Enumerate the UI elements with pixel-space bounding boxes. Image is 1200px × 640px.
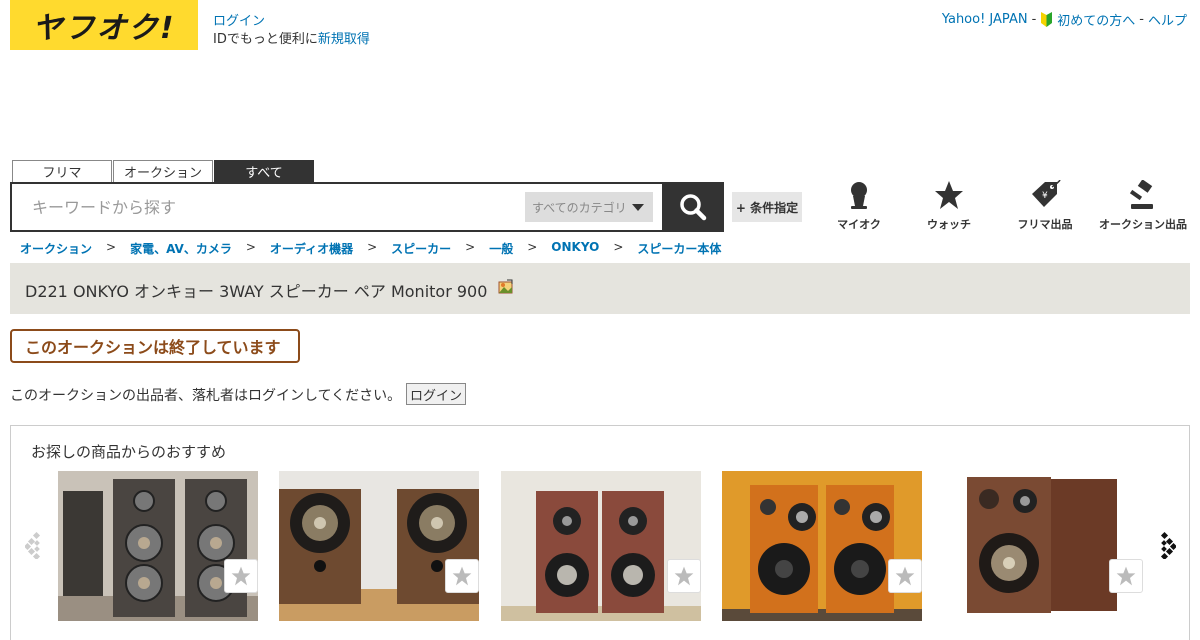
tab-flea-market[interactable]: フリマ <box>12 160 112 182</box>
login-sub-prefix: IDでもっと便利に <box>213 32 318 47</box>
carousel-next-icon[interactable] <box>1156 531 1176 559</box>
walnut-bookshelf-speakers-photo <box>279 471 479 621</box>
nav-my-auction[interactable]: マイオク <box>814 180 904 232</box>
watch-button[interactable] <box>224 559 258 593</box>
watch-button[interactable] <box>667 559 701 593</box>
orange-wooden-speakers-photo <box>722 471 922 621</box>
notice-login-button[interactable]: ログイン <box>406 383 466 405</box>
link-separator: - <box>1031 12 1037 27</box>
picture-icon <box>498 279 513 294</box>
watch-button[interactable] <box>445 559 479 593</box>
register-link[interactable]: 新規取得 <box>318 32 370 47</box>
breadcrumb-separator: > <box>367 240 378 254</box>
login-notice: このオークションの出品者、落札者はログインしてください。 <box>10 388 402 404</box>
item-title: D221 ONKYO オンキョー 3WAY スピーカー ペア Monitor 9… <box>25 282 488 301</box>
category-select-label: すべてのカテゴリ <box>532 200 627 215</box>
yahuoku-logo[interactable]: ヤフオク! <box>10 0 198 50</box>
search-icon <box>680 194 707 221</box>
help-link[interactable]: ヘルプ <box>1148 10 1187 29</box>
watch-button[interactable] <box>1109 559 1143 593</box>
search-box: すべてのカテゴリ <box>10 182 664 232</box>
star-icon <box>895 566 915 586</box>
carousel-prev-icon[interactable] <box>25 531 45 559</box>
auction-ended-badge: このオークションは終了しています <box>10 329 300 363</box>
brown-compact-speakers-photo <box>501 471 701 621</box>
beginner-mark-icon <box>1041 12 1053 27</box>
star-icon <box>674 566 694 586</box>
breadcrumb-item[interactable]: 家電、AV、カメラ <box>130 240 232 257</box>
nav-label: オークション出品 <box>1099 218 1187 231</box>
single-brown-speaker-photo <box>943 471 1143 621</box>
tab-auction[interactable]: オークション <box>113 160 213 182</box>
recommendation-panel: お探しの商品からのおすすめ <box>10 425 1190 640</box>
search-button[interactable] <box>662 182 724 232</box>
breadcrumb-item[interactable]: スピーカー本体 <box>637 240 721 257</box>
recommendation-card[interactable] <box>279 471 479 621</box>
nav-label: ウォッチ <box>927 218 971 231</box>
recommendation-card[interactable] <box>722 471 922 621</box>
breadcrumb-separator: > <box>106 240 117 254</box>
breadcrumb-item[interactable]: ONKYO <box>551 240 599 257</box>
condition-button[interactable]: + 条件指定 <box>732 192 802 222</box>
chevron-down-icon <box>631 203 644 211</box>
breadcrumb-item[interactable]: オークション <box>20 240 92 257</box>
tab-all[interactable]: すべて <box>214 160 314 182</box>
search-tabs: フリマ オークション すべて <box>12 160 314 182</box>
link-separator: - <box>1139 12 1144 27</box>
watch-button[interactable] <box>888 559 922 593</box>
star-icon <box>231 566 251 586</box>
breadcrumb: オークション > 家電、AV、カメラ > オーディオ機器 > スピーカー > 一… <box>20 240 721 257</box>
star-icon <box>1116 566 1136 586</box>
nav-label: フリマ出品 <box>1017 218 1073 231</box>
beginners-link[interactable]: 初めての方へ <box>1057 10 1135 29</box>
yen-glyph: ¥ <box>1042 191 1048 201</box>
item-title-bar: D221 ONKYO オンキョー 3WAY スピーカー ペア Monitor 9… <box>10 263 1190 314</box>
nav-flea-listing[interactable]: ¥ フリマ出品 <box>1000 180 1090 232</box>
breadcrumb-item[interactable]: 一般 <box>489 240 513 257</box>
nav-auction-listing[interactable]: オークション出品 <box>1098 180 1188 232</box>
breadcrumb-item[interactable]: スピーカー <box>391 240 451 257</box>
price-tag-icon: ¥ <box>1032 180 1061 207</box>
logo-text: ヤフオク! <box>32 11 176 46</box>
login-link[interactable]: ログイン <box>213 10 265 29</box>
recommendation-card[interactable] <box>501 471 701 621</box>
breadcrumb-separator: > <box>465 240 476 254</box>
top-links: Yahoo! JAPAN - 初めての方へ - ヘルプ <box>942 10 1187 29</box>
breadcrumb-item[interactable]: オーディオ機器 <box>270 240 353 257</box>
yahoo-japan-link[interactable]: Yahoo! JAPAN <box>942 12 1028 27</box>
recommendation-card[interactable] <box>943 471 1143 621</box>
nav-label: マイオク <box>837 218 881 231</box>
login-subtext: IDでもっと便利に新規取得 <box>213 28 370 47</box>
search-input[interactable] <box>12 184 512 230</box>
category-select[interactable]: すべてのカテゴリ <box>525 192 653 222</box>
nav-watch[interactable]: ウォッチ <box>904 180 994 232</box>
star-icon <box>452 566 472 586</box>
breadcrumb-separator: > <box>613 240 624 254</box>
star-icon <box>935 181 963 209</box>
person-icon <box>851 182 867 209</box>
breadcrumb-separator: > <box>245 240 256 254</box>
tall-dark-3way-speakers-photo <box>58 471 258 621</box>
breadcrumb-separator: > <box>527 240 538 254</box>
recommendation-card[interactable] <box>58 471 258 621</box>
gavel-icon <box>1129 180 1153 209</box>
recommendation-title: お探しの商品からのおすすめ <box>31 443 227 461</box>
